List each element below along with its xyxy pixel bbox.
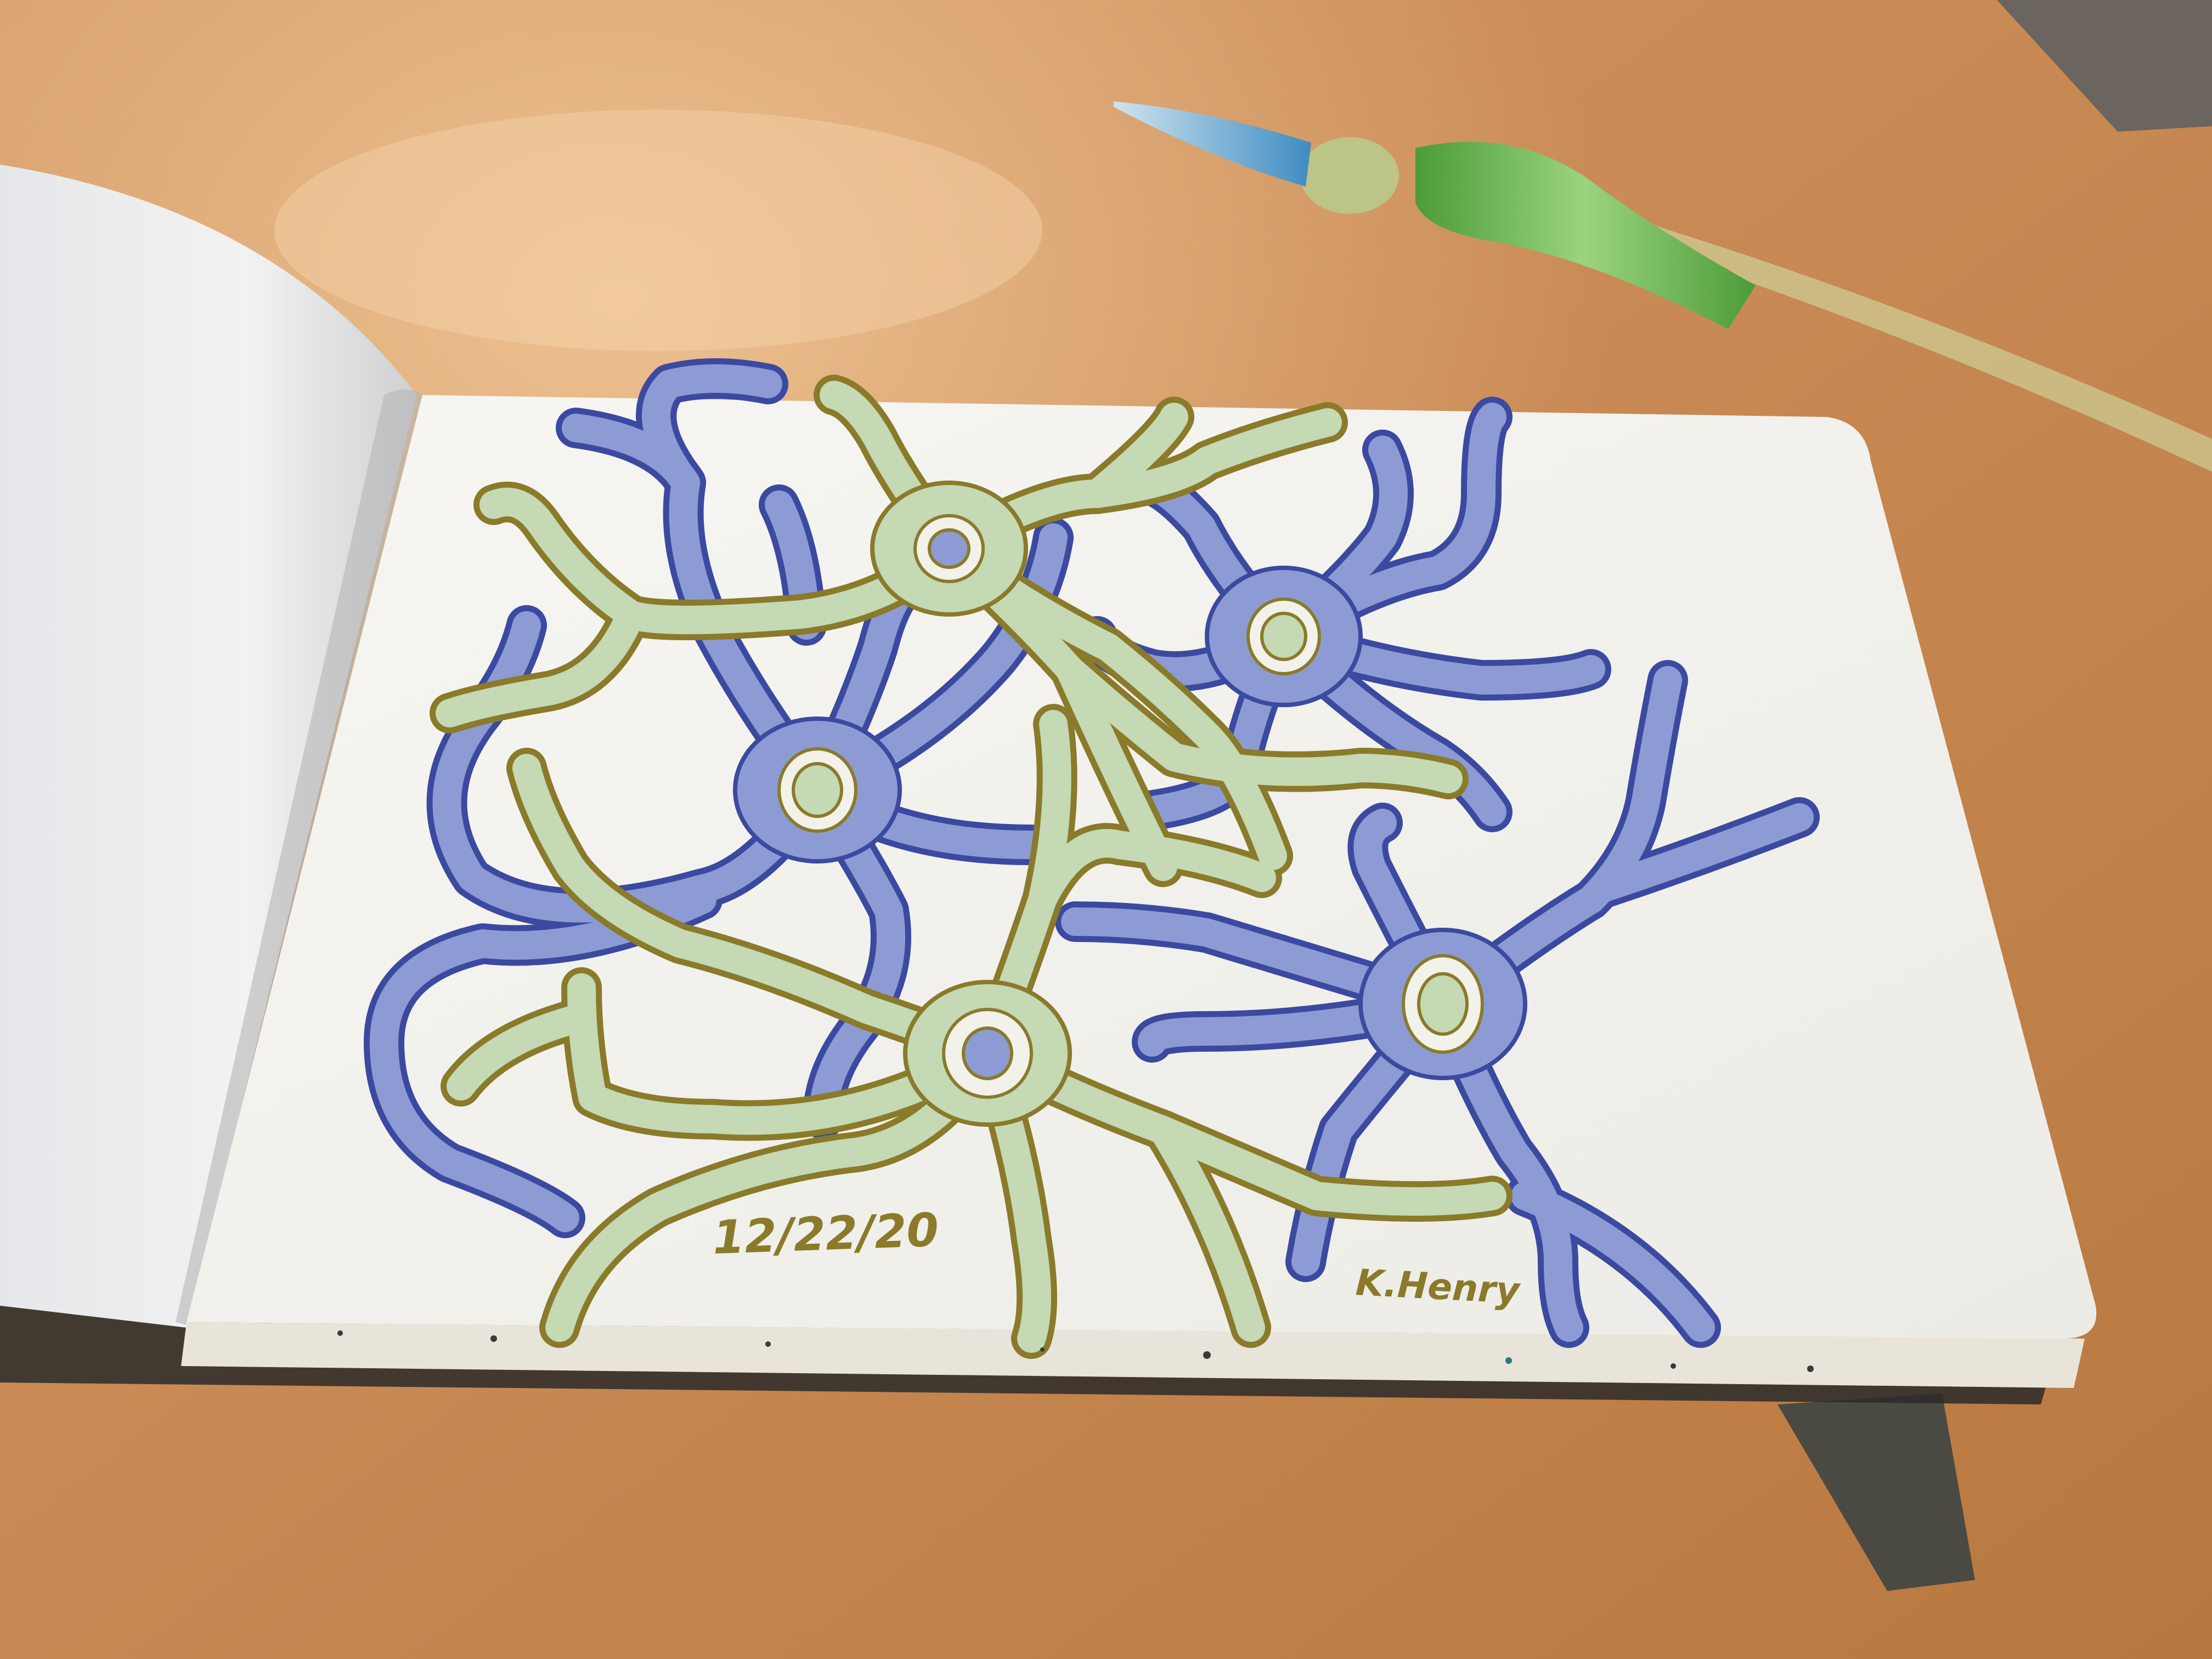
table-glare: [274, 110, 1042, 351]
sketch-date: 12/22/20: [712, 1203, 939, 1265]
photo-scene: 12/22/20 K.Henry: [0, 0, 2212, 1659]
artist-signature: K.Henry: [1355, 1261, 1522, 1312]
